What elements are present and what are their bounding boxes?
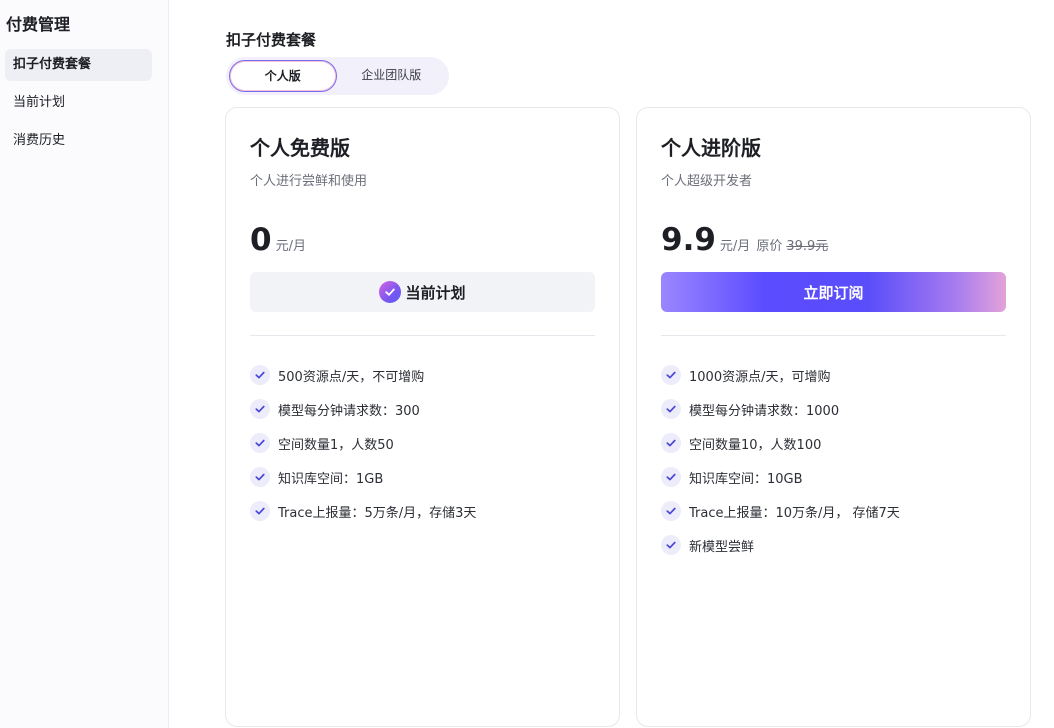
divider — [661, 335, 1006, 336]
check-icon — [661, 501, 681, 521]
check-icon — [250, 501, 270, 521]
check-icon — [661, 467, 681, 487]
price-unit: 元/月 — [719, 239, 751, 254]
plan-description: 个人进行尝鲜和使用 — [250, 174, 368, 189]
check-icon — [661, 535, 681, 555]
plan-description: 个人超级开发者 — [661, 174, 753, 189]
plan-type-tabs: 个人版 企业团队版 — [226, 57, 449, 95]
sidebar-item-history[interactable]: 消费历史 — [5, 125, 152, 157]
original-price: 39.9元 — [786, 239, 829, 254]
check-icon — [661, 399, 681, 419]
feature-item: Trace上报量：5万条/月，存储3天 — [250, 494, 476, 528]
sidebar-title: 付费管理 — [6, 15, 71, 34]
check-icon — [250, 433, 270, 453]
divider — [250, 335, 595, 336]
feature-item: 知识库空间：10GB — [661, 460, 900, 494]
tab-personal[interactable]: 个人版 — [229, 60, 337, 92]
plan-card-free: 个人免费版 个人进行尝鲜和使用 0 元/月 当前计划 500资源点/天，不可增购… — [225, 107, 620, 727]
sidebar-item-plans[interactable]: 扣子付费套餐 — [5, 49, 152, 81]
page-title: 扣子付费套餐 — [226, 31, 317, 49]
feature-item: Trace上报量：10万条/月， 存储7天 — [661, 494, 900, 528]
price-amount: 9.9 — [661, 222, 716, 258]
check-icon — [250, 365, 270, 385]
feature-item: 知识库空间：1GB — [250, 460, 476, 494]
price-amount: 0 — [250, 222, 272, 258]
check-icon — [661, 365, 681, 385]
current-plan-button: 当前计划 — [250, 272, 595, 312]
check-icon — [661, 433, 681, 453]
feature-list: 500资源点/天，不可增购 模型每分钟请求数：300 空间数量1，人数50 知识… — [250, 358, 476, 528]
feature-item: 1000资源点/天，可增购 — [661, 358, 900, 392]
sidebar-nav: 扣子付费套餐 当前计划 消费历史 — [5, 49, 152, 163]
feature-list: 1000资源点/天，可增购 模型每分钟请求数：1000 空间数量10，人数100… — [661, 358, 900, 562]
plan-name: 个人进阶版 — [661, 136, 761, 160]
plan-name: 个人免费版 — [250, 136, 350, 160]
feature-item: 新模型尝鲜 — [661, 528, 900, 562]
feature-item: 500资源点/天，不可增购 — [250, 358, 476, 392]
plan-card-pro: 个人进阶版 个人超级开发者 9.9 元/月 原价 39.9元 立即订阅 1000… — [636, 107, 1031, 727]
check-circle-icon — [379, 281, 402, 303]
check-icon — [250, 399, 270, 419]
feature-item: 空间数量1，人数50 — [250, 426, 476, 460]
feature-item: 空间数量10，人数100 — [661, 426, 900, 460]
sidebar: 付费管理 扣子付费套餐 当前计划 消费历史 — [0, 0, 169, 728]
price-unit: 元/月 — [275, 239, 306, 254]
plan-price: 0 元/月 — [250, 222, 306, 258]
subscribe-button[interactable]: 立即订阅 — [661, 272, 1006, 312]
tab-enterprise[interactable]: 企业团队版 — [337, 60, 446, 92]
feature-item: 模型每分钟请求数：1000 — [661, 392, 900, 426]
original-price-label: 原价 — [756, 239, 783, 254]
check-icon — [250, 467, 270, 487]
feature-item: 模型每分钟请求数：300 — [250, 392, 476, 426]
plan-price: 9.9 元/月 原价 39.9元 — [661, 222, 828, 258]
current-plan-label: 当前计划 — [405, 283, 466, 302]
sidebar-item-current-plan[interactable]: 当前计划 — [5, 87, 152, 119]
